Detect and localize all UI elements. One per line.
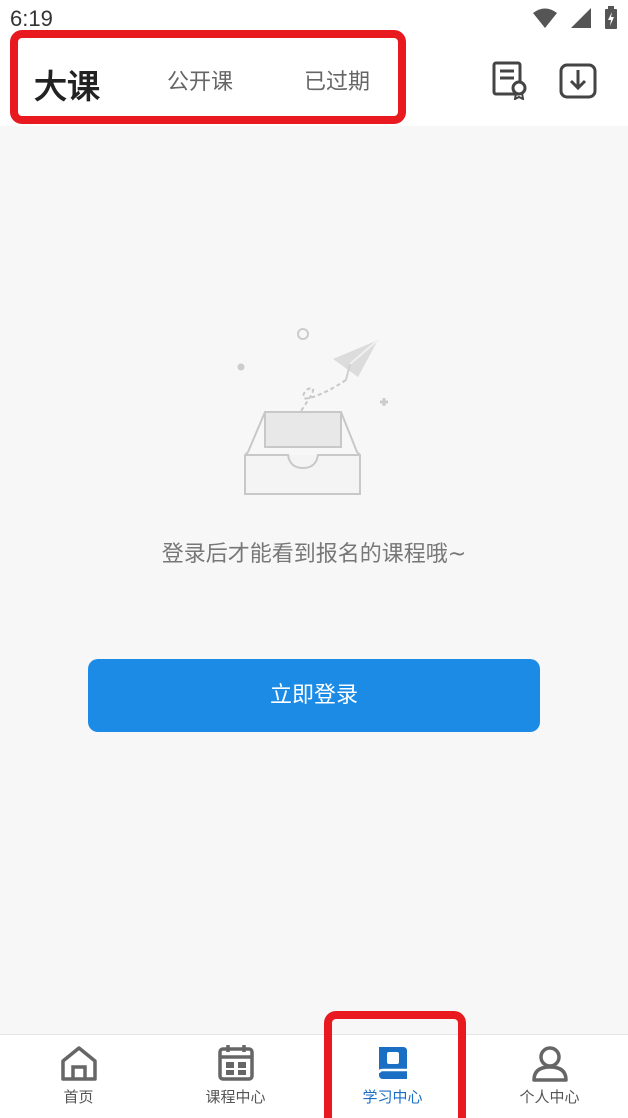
empty-state-message: 登录后才能看到报名的课程哦~ — [161, 542, 467, 567]
wifi-icon — [533, 8, 557, 28]
status-time: 6:19 — [10, 6, 53, 31]
battery-icon — [605, 6, 617, 29]
nav-item-study-center[interactable]: 学习中心 — [314, 1035, 471, 1118]
certificate-icon[interactable] — [490, 60, 530, 100]
nav-label-home: 首页 — [63, 1088, 94, 1106]
person-icon — [531, 1046, 568, 1082]
nav-label-study-center: 学习中心 — [362, 1088, 423, 1106]
active-tab-indicator — [48, 118, 84, 124]
home-icon — [60, 1046, 97, 1081]
nav-item-home[interactable]: 首页 — [0, 1035, 157, 1118]
nav-label-course-center: 课程中心 — [205, 1088, 266, 1106]
tab-expired[interactable]: 已过期 — [304, 64, 370, 96]
download-icon[interactable] — [558, 60, 598, 100]
bottom-nav: 首页 课程中心 学习中心 个人中心 — [0, 1034, 628, 1118]
tab-major-course[interactable]: 大课 — [34, 60, 100, 108]
calendar-icon — [217, 1045, 254, 1081]
status-bar: 6:19 — [0, 0, 628, 34]
signal-icon — [571, 8, 591, 28]
empty-box-illustration — [237, 328, 388, 495]
nav-item-course-center[interactable]: 课程中心 — [157, 1035, 314, 1118]
book-icon — [377, 1047, 407, 1079]
header: 大课 公开课 已过期 — [0, 34, 628, 126]
status-icons — [532, 6, 618, 30]
nav-item-personal-center[interactable]: 个人中心 — [471, 1035, 628, 1118]
tab-open-course[interactable]: 公开课 — [167, 64, 233, 96]
nav-label-personal-center: 个人中心 — [519, 1088, 580, 1106]
login-button[interactable]: 立即登录 — [88, 659, 540, 732]
